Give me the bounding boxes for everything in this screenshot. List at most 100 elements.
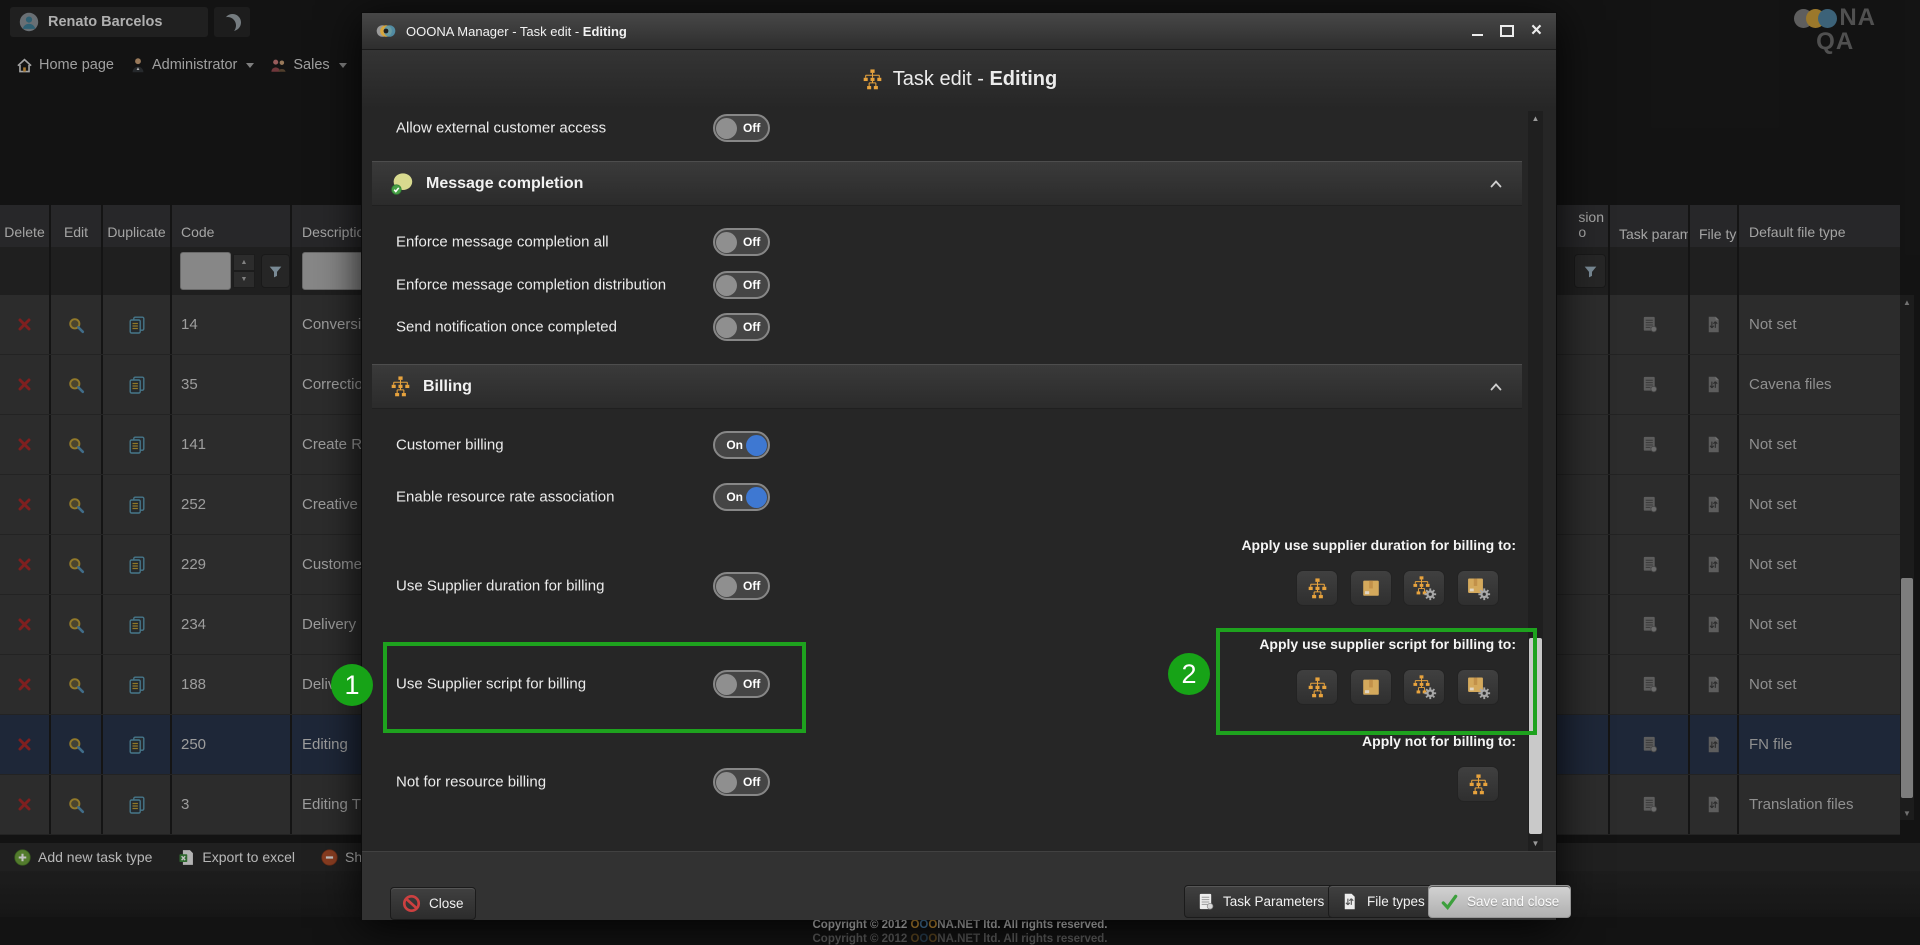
file-types-button[interactable] xyxy=(1690,775,1739,834)
edit-button[interactable] xyxy=(51,355,103,414)
code-filter-button[interactable] xyxy=(261,254,290,288)
close-button[interactable]: Close xyxy=(390,887,476,920)
scroll-thumb[interactable] xyxy=(1901,578,1913,798)
task-parameter-button[interactable] xyxy=(1610,775,1690,834)
duplicate-button[interactable] xyxy=(103,775,172,834)
header-cell-duplicate[interactable]: Duplicate xyxy=(103,205,172,247)
maximize-button[interactable] xyxy=(1500,25,1514,37)
edit-button[interactable] xyxy=(51,595,103,654)
file-types-button[interactable]: File types xyxy=(1328,885,1437,918)
apply-target-customer-settings-button[interactable] xyxy=(1403,570,1445,606)
scroll-up-icon[interactable]: ▲ xyxy=(1528,111,1543,126)
delete-button[interactable] xyxy=(0,295,51,354)
allow-external-toggle[interactable]: Off xyxy=(713,114,770,142)
edit-button[interactable] xyxy=(51,775,103,834)
duplicate-button[interactable] xyxy=(103,415,172,474)
modal-title-bar[interactable]: OOONA Manager - Task edit - Editing × xyxy=(362,13,1556,50)
customer-billing-toggle[interactable]: On xyxy=(713,431,770,459)
delete-button[interactable] xyxy=(0,415,51,474)
spinner-down-button[interactable]: ▼ xyxy=(233,271,255,288)
task-parameter-button[interactable] xyxy=(1610,715,1690,774)
export-to-excel-button[interactable]: Export to excel xyxy=(178,849,295,866)
apply-target-customer-button[interactable] xyxy=(1296,570,1338,606)
not-for-billing-toggle[interactable]: Off xyxy=(713,768,770,796)
file-types-button[interactable] xyxy=(1690,415,1739,474)
enforce-all-toggle[interactable]: Off xyxy=(713,228,770,256)
edit-button[interactable] xyxy=(51,295,103,354)
task-parameter-button[interactable] xyxy=(1610,535,1690,594)
theme-toggle-button[interactable] xyxy=(214,7,250,37)
nav-item-sales[interactable]: Sales xyxy=(270,57,346,73)
task-parameter-button[interactable] xyxy=(1610,295,1690,354)
header-cell-file-types[interactable]: File types xyxy=(1690,205,1739,247)
delete-x-icon xyxy=(17,677,32,692)
file-types-button[interactable] xyxy=(1690,715,1739,774)
table-scrollbar[interactable]: ▲ ▼ xyxy=(1900,295,1914,820)
version-filter-button[interactable] xyxy=(1574,254,1606,288)
task-parameter-button[interactable] xyxy=(1610,595,1690,654)
duplicate-button[interactable] xyxy=(103,715,172,774)
supplier-duration-toggle[interactable]: Off xyxy=(713,572,770,600)
file-types-button[interactable] xyxy=(1690,595,1739,654)
modal-scrollbar[interactable]: ▲ ▼ xyxy=(1528,111,1543,851)
apply-target-package-settings-button[interactable] xyxy=(1457,570,1499,606)
delete-button[interactable] xyxy=(0,535,51,594)
org-chart-icon xyxy=(1306,577,1329,600)
header-cell-edit[interactable]: Edit xyxy=(51,205,103,247)
nav-item-home[interactable]: Home page xyxy=(16,57,114,74)
add-new-task-type-button[interactable]: Add new task type xyxy=(14,849,152,866)
edit-button[interactable] xyxy=(51,415,103,474)
save-and-close-button[interactable]: Save and close xyxy=(1428,885,1571,918)
send-notification-toggle[interactable]: Off xyxy=(713,313,770,341)
apply-not-target-button[interactable] xyxy=(1457,766,1499,802)
chevron-up-icon[interactable] xyxy=(1488,176,1504,192)
task-parameters-button[interactable]: Task Parameters xyxy=(1184,885,1336,918)
scroll-down-icon[interactable]: ▼ xyxy=(1900,806,1914,820)
file-types-button[interactable] xyxy=(1690,355,1739,414)
file-types-button[interactable] xyxy=(1690,655,1739,714)
header-cell-delete[interactable]: Delete xyxy=(0,205,51,247)
task-parameter-button[interactable] xyxy=(1610,475,1690,534)
code-filter-input[interactable] xyxy=(180,252,231,290)
resource-rate-toggle[interactable]: On xyxy=(713,483,770,511)
header-cell-task-parameter[interactable]: Task parameter xyxy=(1610,205,1690,247)
chevron-up-icon[interactable] xyxy=(1488,379,1504,395)
spinner-up-button[interactable]: ▲ xyxy=(233,254,255,271)
user-chip[interactable]: Renato Barcelos xyxy=(10,7,208,37)
section-header-message-completion[interactable]: Message completion xyxy=(372,161,1522,206)
delete-button[interactable] xyxy=(0,655,51,714)
annotation-box-2 xyxy=(1216,628,1537,735)
duplicate-button[interactable] xyxy=(103,535,172,594)
header-cell-default-file-type[interactable]: Default file type xyxy=(1739,205,1900,247)
task-parame​ter-button[interactable] xyxy=(1610,655,1690,714)
delete-button[interactable] xyxy=(0,475,51,534)
minimize-button[interactable] xyxy=(1472,34,1483,36)
enforce-distribution-toggle[interactable]: Off xyxy=(713,271,770,299)
delete-button[interactable] xyxy=(0,715,51,774)
scroll-up-icon[interactable]: ▲ xyxy=(1900,295,1914,309)
duplicate-button[interactable] xyxy=(103,595,172,654)
file-types-button[interactable] xyxy=(1690,535,1739,594)
description-filter-input[interactable] xyxy=(302,252,366,290)
duplicate-button[interactable] xyxy=(103,355,172,414)
edit-button[interactable] xyxy=(51,475,103,534)
duplicate-button[interactable] xyxy=(103,475,172,534)
task-parameter-button[interactable] xyxy=(1610,415,1690,474)
delete-button[interactable] xyxy=(0,595,51,654)
task-parameter-button[interactable] xyxy=(1610,355,1690,414)
edit-button[interactable] xyxy=(51,535,103,594)
file-types-button[interactable] xyxy=(1690,295,1739,354)
nav-item-administrator[interactable]: Administrator xyxy=(130,57,254,73)
file-types-button[interactable] xyxy=(1690,475,1739,534)
scroll-down-icon[interactable]: ▼ xyxy=(1528,836,1543,851)
edit-button[interactable] xyxy=(51,655,103,714)
section-header-billing[interactable]: Billing xyxy=(372,364,1522,409)
delete-button[interactable] xyxy=(0,775,51,834)
header-cell-code[interactable]: Code xyxy=(172,205,292,247)
duplicate-button[interactable] xyxy=(103,655,172,714)
delete-button[interactable] xyxy=(0,355,51,414)
edit-button[interactable] xyxy=(51,715,103,774)
close-window-button[interactable]: × xyxy=(1531,24,1542,38)
duplicate-button[interactable] xyxy=(103,295,172,354)
apply-target-package-button[interactable] xyxy=(1350,570,1392,606)
